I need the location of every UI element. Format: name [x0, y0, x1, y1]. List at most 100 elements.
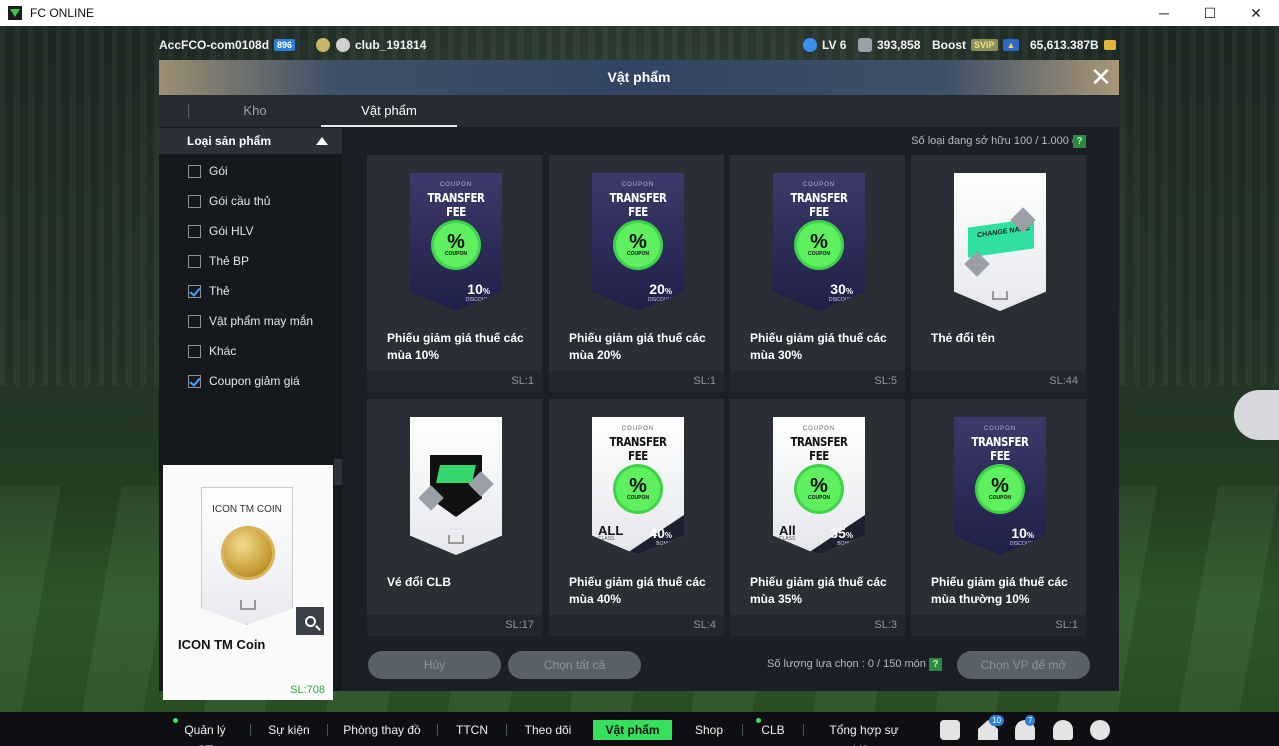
nav-divider [327, 724, 328, 736]
filter-label: Thẻ [209, 284, 230, 298]
coupon-title: TRANSFER FEE [427, 191, 485, 219]
item-name: Phiếu giảm giá thuế các mùa 10% [387, 331, 524, 362]
checkbox-checked[interactable] [188, 284, 201, 298]
boost-label: Boost [932, 38, 966, 52]
percent-badge-icon: % COUPON [797, 223, 841, 267]
nav-tong-hop-su-kien[interactable]: Tổng hợp sự kiện [819, 720, 909, 746]
checkbox[interactable] [188, 254, 201, 268]
maximize-button[interactable]: ☐ [1187, 0, 1233, 26]
tab-kho[interactable]: Kho [187, 95, 323, 127]
item-card[interactable]: COUPON TRANSFER FEE % COUPON All CLASS 35… [730, 399, 905, 636]
checkbox-checked[interactable] [188, 374, 201, 388]
item-card[interactable]: COUPON TRANSFER FEE % COUPON 20% DISCOUNT… [549, 155, 724, 392]
coupon-all-sub: CLASS [598, 536, 615, 542]
checkbox[interactable] [188, 194, 201, 208]
item-card[interactable]: COUPON TRANSFER FEE % COUPON 30% DISCOUNT… [730, 155, 905, 392]
sidebar-scrollbar[interactable] [334, 459, 342, 485]
coupon-value: 20% [649, 281, 672, 297]
item-card[interactable]: COUPON TRANSFER FEE % COUPON 10% DISCOUNT… [367, 155, 542, 392]
transfer-fee-coupon-image: COUPON TRANSFER FEE % COUPON 10% DISCOUNT [954, 417, 1046, 555]
selection-help-icon[interactable]: ? [929, 658, 942, 671]
filter-goi[interactable]: Gói [188, 161, 228, 181]
dialog-title: Vật phẩm [607, 69, 671, 85]
coupon-value-sub: DISCOUNT [828, 297, 855, 303]
dialog-tabs: Kho Vật phẩm [159, 95, 1119, 127]
preview-qty: SL:708 [290, 684, 325, 696]
bp-info: 65,613.387B [1030, 38, 1116, 52]
category-header-label: Loại sản phẩm [187, 134, 272, 148]
coupon-title: TRANSFER FEE [609, 191, 667, 219]
filter-goi-cau-thu[interactable]: Gói cầu thủ [188, 191, 270, 211]
points-value: 393,858 [877, 38, 921, 52]
nav-divider [803, 724, 804, 736]
boost-up-icon: ▲ [1002, 39, 1020, 51]
item-qty: SL:44 [911, 371, 1086, 392]
nav-vat-pham[interactable]: Vật phẩm [593, 720, 672, 740]
filter-label: Thẻ BP [209, 254, 250, 268]
nav-ttcn[interactable]: TTCN [452, 720, 492, 740]
nav-quan-ly-ct[interactable]: Quản lý CT [175, 720, 235, 746]
checkbox[interactable] [188, 164, 201, 178]
profile-icon[interactable] [1053, 720, 1073, 740]
svip-badge: SVIP [971, 39, 998, 51]
fc-online-logo-icon [8, 6, 22, 20]
filter-the[interactable]: Thẻ [188, 281, 230, 301]
item-qty: SL:3 [730, 615, 905, 636]
coupon-value-sub: DISCOUNT [465, 297, 492, 303]
item-name: Phiếu giảm giá thuế các mùa 30% [750, 331, 887, 362]
selected-item-preview: ICON TM COIN ICON TM Coin SL:708 [163, 465, 333, 700]
tab-vat-pham[interactable]: Vật phẩm [321, 95, 457, 127]
dialog-close-button[interactable]: ✕ [1087, 64, 1115, 92]
boost-info[interactable]: Boost SVIP ▲ [932, 38, 1020, 52]
coupon-value: 30% [830, 281, 853, 297]
item-card[interactable]: CHANGE NAME Thẻ đổi tên SL:44 [911, 155, 1086, 392]
coupon-title: TRANSFER FEE [609, 435, 667, 463]
window-title: FC ONLINE [30, 6, 95, 20]
cancel-button[interactable]: Hủy [368, 651, 501, 679]
filter-coupon-giam-gia[interactable]: Coupon giảm giá [188, 371, 300, 391]
checkbox[interactable] [188, 224, 201, 238]
nav-phong-thay-do[interactable]: Phòng thay đồ [343, 720, 421, 740]
zoom-button[interactable] [296, 607, 324, 635]
percent-badge-icon: % COUPON [434, 223, 478, 267]
nav-shop[interactable]: Shop [690, 720, 728, 740]
filter-label: Coupon giảm giá [209, 374, 300, 388]
filter-khac[interactable]: Khác [188, 341, 236, 361]
club-info[interactable]: club_191814 [336, 38, 426, 52]
fc-points-icon [858, 38, 872, 52]
category-header[interactable]: Loại sản phẩm [159, 128, 342, 154]
gold-coin-icon [221, 526, 275, 580]
filter-the-bp[interactable]: Thẻ BP [188, 251, 249, 271]
filter-goi-hlv[interactable]: Gói HLV [188, 221, 253, 241]
nav-su-kien[interactable]: Sự kiện [264, 720, 314, 740]
item-qty: SL:1 [911, 615, 1086, 636]
item-card[interactable]: COUPON TRANSFER FEE % COUPON 10% DISCOUNT… [911, 399, 1086, 636]
item-card[interactable]: COUPON TRANSFER FEE % COUPON ALL CLASS 40… [549, 399, 724, 636]
collapse-arrow-icon [316, 137, 328, 145]
coupon-sub: COUPON [802, 426, 836, 432]
item-card[interactable]: Vé đổi CLB SL:17 [367, 399, 542, 636]
account-info[interactable]: AccFCO-com0108d 896 [159, 38, 331, 52]
chat-icon[interactable] [940, 720, 960, 740]
checkbox[interactable] [188, 314, 201, 328]
nav-clb[interactable]: CLB [758, 720, 788, 740]
window-close-button[interactable]: ✕ [1233, 0, 1279, 26]
filter-label: Gói cầu thủ [209, 194, 271, 208]
checkbox[interactable] [188, 344, 201, 358]
nav-theo-doi[interactable]: Theo dõi [521, 720, 575, 740]
settings-gear-icon[interactable] [1090, 720, 1110, 740]
floating-avatar-button[interactable] [1234, 390, 1279, 440]
owned-help-icon[interactable]: ? [1073, 135, 1086, 148]
percent-badge-icon: % COUPON [797, 467, 841, 511]
fc-logo-icon [448, 535, 464, 544]
status-bar: AccFCO-com0108d 896 club_191814 LV 6 393… [0, 33, 1279, 59]
selection-count: Số lượng lựa chọn : 0 / 150 món [767, 658, 926, 670]
filter-vat-pham-may-man[interactable]: Vật phẩm may mắn [188, 311, 313, 331]
preview-name: ICON TM Coin [178, 637, 266, 652]
choose-vp-button[interactable]: Chọn VP để mở [957, 651, 1090, 679]
filter-label: Vật phẩm may mắn [209, 314, 314, 328]
coupon-title: TRANSFER FEE [971, 435, 1029, 463]
minimize-button[interactable]: ─ [1141, 0, 1187, 26]
select-all-button[interactable]: Chọn tất cả [508, 651, 641, 679]
coupon-sub: COUPON [621, 426, 655, 432]
